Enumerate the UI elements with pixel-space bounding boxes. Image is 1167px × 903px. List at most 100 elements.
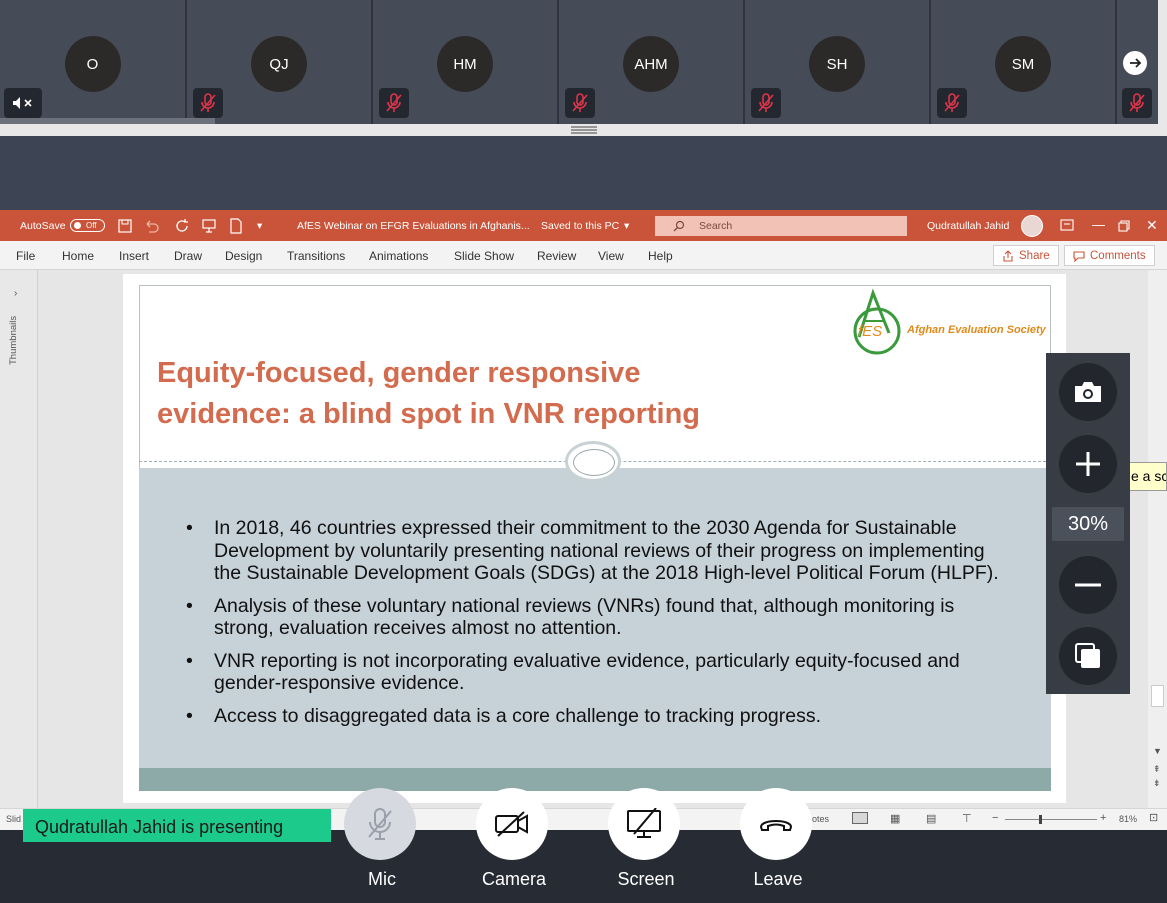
menu-slide-show[interactable]: Slide Show (454, 249, 514, 263)
new-doc-icon[interactable] (228, 218, 244, 234)
screen-label: Screen (617, 869, 675, 889)
menu-transitions[interactable]: Transitions (287, 249, 345, 263)
zoom-out-icon[interactable]: − (992, 812, 998, 824)
camera-button[interactable] (476, 788, 548, 860)
participant-tile[interactable]: SM (931, 0, 1117, 124)
zoom-in-icon[interactable]: + (1100, 812, 1106, 824)
zoom-slider[interactable] (1005, 815, 1097, 824)
slide-bullets: In 2018, 46 countries expressed their co… (186, 517, 1016, 737)
next-slide-icon[interactable]: ⇟ (1153, 778, 1161, 789)
bullet-item: In 2018, 46 countries expressed their co… (186, 517, 1016, 585)
share-button[interactable]: Share (993, 245, 1059, 266)
bullet-item: Access to disaggregated data is a core c… (186, 705, 1016, 728)
participant-tile[interactable]: O (0, 0, 187, 124)
reading-view-icon[interactable]: ▤ (926, 812, 936, 825)
save-state[interactable]: Saved to this PC (541, 220, 619, 232)
vertical-scrollbar[interactable]: ▼ ⇞ ⇟ (1148, 270, 1167, 810)
screenshot-button[interactable] (1059, 363, 1117, 421)
fit-slide-icon[interactable]: ⊡ (1149, 811, 1158, 824)
thumbnails-pane[interactable]: › Thumbnails (0, 270, 38, 810)
menu-file[interactable]: File (16, 249, 35, 263)
comment-icon (1073, 250, 1085, 262)
ribbon-display-icon[interactable] (1060, 219, 1074, 231)
minimize-icon[interactable]: — (1092, 217, 1105, 232)
ppt-menu-bar: File Home Insert Draw Design Transitions… (0, 241, 1167, 270)
leave-button[interactable] (740, 788, 812, 860)
avatar: QJ (251, 36, 307, 92)
mic-muted-icon (751, 88, 781, 118)
comments-label: Comments (1090, 249, 1146, 262)
divider-ornament (565, 441, 621, 482)
mic-muted-icon (937, 88, 967, 118)
menu-view[interactable]: View (598, 249, 624, 263)
mic-muted-icon (565, 88, 595, 118)
present-icon[interactable] (201, 218, 217, 234)
close-icon[interactable]: ✕ (1146, 217, 1158, 234)
chevron-down-icon[interactable]: ▾ (624, 220, 629, 232)
mic-button[interactable] (344, 788, 416, 860)
screen-share-button[interactable] (608, 788, 680, 860)
user-name[interactable]: Qudratullah Jahid (927, 220, 1009, 232)
fit-screen-button[interactable] (1059, 627, 1117, 685)
window-edge (1158, 0, 1167, 126)
avatar: SH (809, 36, 865, 92)
next-page-arrow-icon[interactable] (1123, 51, 1147, 75)
camera-snapshot-icon (1075, 382, 1101, 402)
avatar: HM (437, 36, 493, 92)
scroll-thumb[interactable] (1151, 685, 1164, 707)
autosave-toggle[interactable]: Off (70, 219, 105, 232)
participant-tile[interactable]: AHM (559, 0, 745, 124)
slide-counter: Slid (6, 814, 22, 824)
menu-home[interactable]: Home (62, 249, 94, 263)
zoom-in-button[interactable] (1059, 435, 1117, 493)
mic-off-icon (368, 808, 392, 840)
zoom-panel: 30% (1046, 353, 1130, 694)
participant-tile[interactable]: SH (745, 0, 931, 124)
menu-help[interactable]: Help (648, 249, 673, 263)
doc-title: AfES Webinar on EFGR Evaluations in Afgh… (297, 220, 530, 232)
speaker-muted-icon[interactable] (4, 88, 42, 118)
user-avatar[interactable] (1021, 215, 1043, 237)
copy-icon (1075, 643, 1100, 668)
zoom-slider-thumb[interactable] (1039, 815, 1042, 824)
menu-design[interactable]: Design (225, 249, 262, 263)
scroll-down-icon[interactable]: ▼ (1153, 746, 1162, 756)
menu-insert[interactable]: Insert (119, 249, 149, 263)
participant-tile[interactable]: HM (373, 0, 559, 124)
menu-draw[interactable]: Draw (174, 249, 202, 263)
chevron-right-icon[interactable]: › (14, 288, 17, 299)
participant-tile[interactable]: QJ (187, 0, 373, 124)
avatar: SM (995, 36, 1051, 92)
afes-logo-mark (853, 288, 901, 355)
plus-icon (1076, 452, 1100, 476)
save-icon[interactable] (118, 219, 132, 233)
zoom-percent[interactable]: 81% (1119, 814, 1137, 824)
meeting-window: O QJ HM AHM SH SM AutoSave Off ▾ AfES We… (0, 0, 1167, 903)
redo-icon[interactable] (174, 218, 190, 234)
ppt-search[interactable]: Search (655, 216, 907, 236)
menu-animations[interactable]: Animations (369, 249, 428, 263)
qat-more-icon[interactable]: ▾ (257, 220, 262, 232)
autosave-state: Off (86, 221, 97, 230)
prev-slide-icon[interactable]: ⇞ (1153, 764, 1161, 775)
comments-button[interactable]: Comments (1064, 245, 1155, 266)
avatar: O (64, 36, 121, 92)
mic-muted-icon (379, 88, 409, 118)
zoom-out-button[interactable] (1059, 556, 1117, 614)
restore-icon[interactable] (1118, 220, 1130, 232)
notes-button[interactable]: otes (812, 814, 829, 824)
ppt-title-bar: AutoSave Off ▾ AfES Webinar on EFGR Eval… (0, 210, 1167, 241)
logo-text: Afghan Evaluation Society (907, 324, 1046, 336)
zoom-level: 30% (1052, 507, 1124, 541)
undo-icon[interactable] (143, 219, 161, 233)
menu-review[interactable]: Review (537, 249, 576, 263)
minus-icon (1075, 583, 1101, 587)
slide-footer-band (139, 768, 1051, 791)
mic-muted-icon (193, 88, 223, 118)
logo-mark-text: fES (858, 323, 883, 340)
avatar: AHM (623, 36, 679, 92)
resize-handle[interactable] (0, 124, 1167, 136)
normal-view-icon[interactable] (852, 812, 868, 824)
slide-sorter-icon[interactable]: ▦ (890, 812, 900, 825)
slideshow-view-icon[interactable]: ⊤ (962, 812, 972, 825)
